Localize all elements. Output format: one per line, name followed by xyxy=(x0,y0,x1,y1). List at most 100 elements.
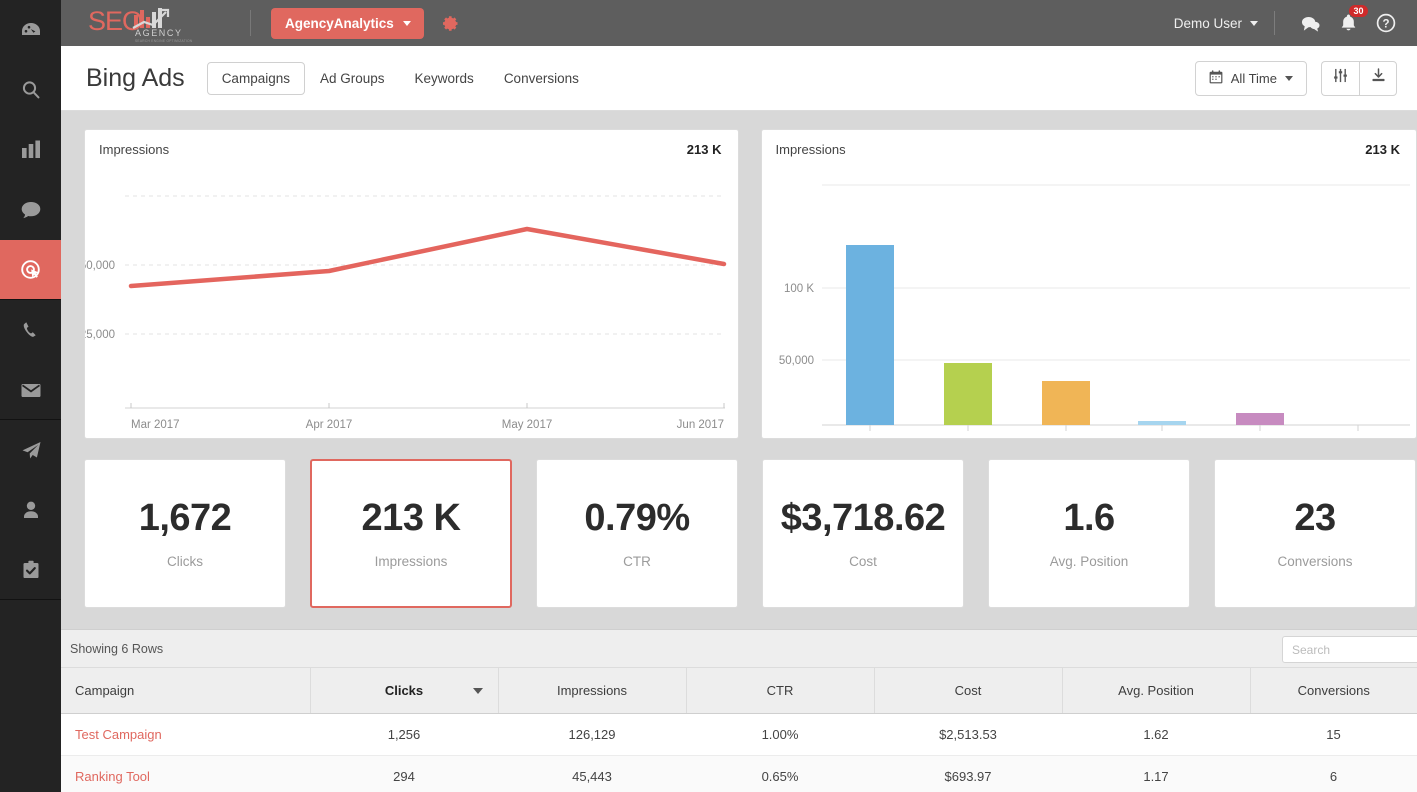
sidebar-item-analytics[interactable] xyxy=(0,120,61,180)
kpi-label-avg-position: Avg. Position xyxy=(1049,553,1129,569)
question-mark-icon[interactable]: ? xyxy=(1376,13,1396,33)
charts-row: Impressions 213 K 50,000 25,000 xyxy=(61,111,1417,439)
sidebar-item-email[interactable] xyxy=(0,360,61,420)
kpi-row: 1,672 Clicks 213 K Impressions 0.79% CTR… xyxy=(61,439,1417,608)
tab-conversions[interactable]: Conversions xyxy=(489,62,594,95)
speedometer-icon xyxy=(19,18,43,42)
table-row[interactable]: Ranking Tool 294 45,443 0.65% $693.97 1.… xyxy=(61,755,1417,792)
bar-chart-total: 213 K xyxy=(1365,142,1400,157)
svg-text:?: ? xyxy=(1382,19,1389,31)
campaign-link[interactable]: Test Campaign xyxy=(75,727,162,742)
bar-chart-icon xyxy=(20,140,42,160)
tab-keywords[interactable]: Keywords xyxy=(400,62,489,95)
magnifier-icon xyxy=(19,78,43,102)
impressions-bar-chart-card: Impressions 213 K 100 K 50,000 xyxy=(760,129,1417,439)
kpi-card-impressions[interactable]: 213 K Impressions xyxy=(310,459,512,608)
download-button[interactable] xyxy=(1359,60,1397,96)
sidebar-item-clients[interactable] xyxy=(0,480,61,540)
cell-ctr: 1.00% xyxy=(686,713,874,756)
left-sidebar xyxy=(0,0,61,792)
sidebar-item-campaigns[interactable] xyxy=(0,420,61,480)
kpi-label-cost: Cost xyxy=(849,553,877,569)
application-root: SEO AGENCY SEARCH ENGINE OPTIMIZATION Ag… xyxy=(0,0,1417,792)
user-menu-button[interactable]: Demo User xyxy=(1174,16,1258,31)
notification-badge: 30 xyxy=(1348,5,1368,17)
cell-avg-position: 1.62 xyxy=(1062,713,1250,756)
column-header-cost[interactable]: Cost xyxy=(874,668,1063,714)
cell-conversions: 15 xyxy=(1250,713,1417,756)
table-toolbar: Showing 6 Rows xyxy=(61,630,1417,668)
line-xtick-0: Mar 2017 xyxy=(131,419,180,431)
cell-campaign: Ranking Tool xyxy=(61,755,310,792)
logo-text-agency: AGENCY xyxy=(135,28,183,38)
column-header-clicks-label: Clicks xyxy=(384,682,424,698)
bell-icon[interactable]: 30 xyxy=(1339,5,1368,33)
speech-bubble-icon xyxy=(19,199,43,221)
chevron-down-icon xyxy=(1250,20,1258,26)
sidebar-item-dashboard[interactable] xyxy=(0,0,61,60)
kpi-label-ctr: CTR xyxy=(623,553,651,569)
kpi-value-clicks: 1,672 xyxy=(138,496,232,539)
sidebar-item-ppc[interactable] xyxy=(0,240,61,300)
gear-icon[interactable] xyxy=(440,14,459,33)
impressions-line-chart-card: Impressions 213 K 50,000 25,000 xyxy=(84,129,739,439)
bar-ytick-50000: 50,000 xyxy=(778,355,813,367)
kpi-card-avg-position[interactable]: 1.6 Avg. Position xyxy=(988,459,1190,608)
cell-clicks: 294 xyxy=(310,755,498,792)
kpi-card-clicks[interactable]: 1,672 Clicks xyxy=(84,459,286,608)
search-input[interactable] xyxy=(1282,636,1417,663)
cell-cost: $693.97 xyxy=(874,755,1062,792)
tab-campaigns[interactable]: Campaigns xyxy=(206,61,305,95)
download-icon xyxy=(1371,68,1386,88)
kpi-card-cost[interactable]: $3,718.62 Cost xyxy=(762,459,964,608)
chat-bubbles-icon[interactable] xyxy=(1300,14,1321,33)
chevron-down-icon xyxy=(1285,75,1293,81)
calendar-icon xyxy=(1209,69,1223,87)
line-xtick-1: Apr 2017 xyxy=(306,419,353,431)
tab-ad-groups[interactable]: Ad Groups xyxy=(305,62,400,95)
line-ytick-25000: 25,000 xyxy=(85,329,115,341)
date-range-label: All Time xyxy=(1230,70,1277,86)
cell-impressions: 45,443 xyxy=(498,755,686,792)
column-header-campaign[interactable]: Campaign xyxy=(61,668,311,714)
page-header-actions: All Time xyxy=(1194,60,1417,96)
column-header-impressions[interactable]: Impressions xyxy=(498,668,687,714)
bar-seo-report-1 xyxy=(1041,381,1090,425)
header-right-group: Demo User 30 ? xyxy=(1174,5,1417,35)
kpi-card-ctr[interactable]: 0.79% CTR xyxy=(536,459,738,608)
line-xtick-3: Jun 2017 xyxy=(677,419,724,431)
bar-ytick-100k: 100 K xyxy=(783,283,813,295)
cell-conversions: 6 xyxy=(1250,755,1417,792)
account-switcher-button[interactable]: AgencyAnalytics xyxy=(271,7,424,39)
table-row[interactable]: Test Campaign 1,256 126,129 1.00% $2,513… xyxy=(61,713,1417,756)
account-switcher-label: AgencyAnalytics xyxy=(285,15,394,31)
cell-cost: $2,513.53 xyxy=(874,713,1062,756)
kpi-value-avg-position: 1.6 xyxy=(1063,496,1115,539)
cell-avg-position: 1.17 xyxy=(1062,755,1250,792)
kpi-label-impressions: Impressions xyxy=(374,553,448,569)
sidebar-item-tasks[interactable] xyxy=(0,540,61,600)
app-logo[interactable]: SEO AGENCY SEARCH ENGINE OPTIMIZATION xyxy=(88,6,228,44)
target-cursor-icon xyxy=(18,257,44,283)
sliders-icon xyxy=(1333,68,1348,88)
sidebar-item-social[interactable] xyxy=(0,180,61,240)
header-divider-2 xyxy=(1274,11,1275,35)
table-header: Campaign Clicks Impressions CTR Cost Avg… xyxy=(61,668,1417,714)
sidebar-item-search[interactable] xyxy=(0,60,61,120)
top-header-bar: SEO AGENCY SEARCH ENGINE OPTIMIZATION Ag… xyxy=(61,0,1417,46)
kpi-card-conversions[interactable]: 23 Conversions xyxy=(1214,459,1416,608)
bar-seo-report-2 xyxy=(1137,421,1186,425)
page-tabs: Campaigns Ad Groups Keywords Conversions xyxy=(206,61,594,95)
table-body: Test Campaign 1,256 126,129 1.00% $2,513… xyxy=(61,713,1417,792)
toolbar-button-group xyxy=(1321,60,1397,96)
column-header-ctr[interactable]: CTR xyxy=(686,668,875,714)
campaign-link[interactable]: Ranking Tool xyxy=(75,769,150,784)
cell-ctr: 0.65% xyxy=(686,755,874,792)
filter-settings-button[interactable] xyxy=(1321,60,1359,96)
column-header-avg-position[interactable]: Avg. Position xyxy=(1062,668,1251,714)
date-range-picker-button[interactable]: All Time xyxy=(1194,60,1307,96)
sidebar-item-calls[interactable] xyxy=(0,300,61,360)
kpi-value-impressions: 213 K xyxy=(361,496,461,539)
column-header-conversions[interactable]: Conversions xyxy=(1250,668,1417,714)
column-header-clicks[interactable]: Clicks xyxy=(310,668,499,714)
